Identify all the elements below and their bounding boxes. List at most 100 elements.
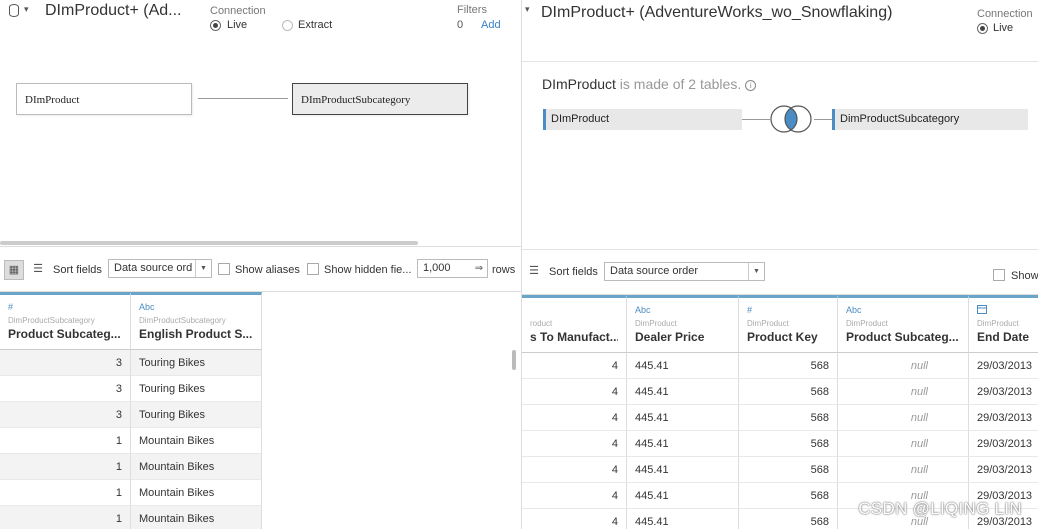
grid-cell[interactable]: 4 bbox=[522, 431, 627, 457]
grid-cell[interactable]: 29/03/2013 bbox=[969, 353, 1038, 379]
table-dimproductsubcategory[interactable]: DimProductSubcategory bbox=[832, 109, 1028, 130]
string-type-icon[interactable]: Abc bbox=[846, 304, 960, 316]
add-filter-link[interactable]: Add bbox=[481, 19, 501, 31]
grid-cell[interactable]: null bbox=[838, 379, 969, 405]
grid-cell[interactable]: Touring Bikes bbox=[131, 350, 262, 376]
grid-cell[interactable]: 445.41 bbox=[627, 431, 739, 457]
column-name: s To Manufact... bbox=[530, 330, 618, 344]
grid-cell[interactable]: 1 bbox=[0, 506, 131, 529]
show-hidden-checkbox[interactable] bbox=[307, 263, 319, 275]
show-aliases-checkbox[interactable] bbox=[218, 263, 230, 275]
grid-cell[interactable]: 445.41 bbox=[627, 483, 739, 509]
logical-table-name: DImProduct bbox=[542, 76, 616, 92]
number-type-icon[interactable]: # bbox=[747, 304, 829, 316]
grid-cell[interactable]: null bbox=[838, 431, 969, 457]
grid-cell[interactable]: 445.41 bbox=[627, 509, 739, 529]
grid-column: Abc DimProduct Product Subcateg... null null… bbox=[838, 295, 969, 529]
divider bbox=[522, 61, 1038, 62]
grid-cell[interactable]: 445.41 bbox=[627, 405, 739, 431]
chevron-down-icon[interactable]: ▾ bbox=[24, 4, 29, 15]
grid-cell[interactable]: 568 bbox=[739, 431, 838, 457]
sort-fields-select[interactable]: Data source ord ▼ bbox=[108, 259, 212, 278]
column-header[interactable]: Abc DimProduct Product Subcateg... bbox=[838, 295, 969, 353]
grid-cell[interactable]: 29/03/2013 bbox=[969, 379, 1038, 405]
grid-cell[interactable]: 568 bbox=[739, 509, 838, 529]
grid-cell[interactable]: 3 bbox=[0, 376, 131, 402]
grid-column: # DimProduct Product Key 568 568 568 568 568 568… bbox=[739, 295, 838, 529]
extract-radio[interactable] bbox=[282, 20, 293, 31]
sort-fields-select[interactable]: Data source order ▼ bbox=[604, 262, 765, 281]
grid-cell[interactable]: Touring Bikes bbox=[131, 402, 262, 428]
inner-join-icon[interactable] bbox=[768, 104, 814, 134]
grid-cell[interactable]: 568 bbox=[739, 379, 838, 405]
show-label: Show bbox=[1011, 270, 1038, 282]
list-view-icon[interactable]: ☰ bbox=[524, 262, 544, 282]
grid-cell[interactable]: 445.41 bbox=[627, 379, 739, 405]
grid-cell[interactable]: 3 bbox=[0, 402, 131, 428]
grid-cell[interactable]: 4 bbox=[522, 483, 627, 509]
show-aliases-label: Show aliases bbox=[235, 264, 300, 276]
grid-cell[interactable]: Mountain Bikes bbox=[131, 454, 262, 480]
grid-cell[interactable]: 29/03/2013 bbox=[969, 457, 1038, 483]
grid-cell[interactable]: Mountain Bikes bbox=[131, 428, 262, 454]
grid-cell[interactable]: 1 bbox=[0, 480, 131, 506]
grid-cell[interactable]: 568 bbox=[739, 353, 838, 379]
column-header[interactable]: # DimProduct Product Key bbox=[739, 295, 838, 353]
column-source: DimProductSubcategory bbox=[8, 316, 95, 325]
grid-cell[interactable]: 568 bbox=[739, 405, 838, 431]
column-header[interactable]: roduct s To Manufact... bbox=[522, 295, 627, 353]
grid-cell[interactable]: Mountain Bikes bbox=[131, 506, 262, 529]
live-radio[interactable] bbox=[977, 23, 988, 34]
grid-cell[interactable]: 568 bbox=[739, 483, 838, 509]
grid-cell[interactable]: 4 bbox=[522, 353, 627, 379]
grid-toolbar: ▦ ☰ Sort fields Data source ord ▼ Show a… bbox=[0, 246, 521, 292]
string-type-icon[interactable] bbox=[530, 304, 618, 316]
canvas-scrollbar[interactable] bbox=[0, 241, 418, 245]
grid-cell[interactable]: 1 bbox=[0, 454, 131, 480]
number-type-icon[interactable]: # bbox=[8, 301, 122, 313]
grid-cell[interactable]: 1 bbox=[0, 428, 131, 454]
filters-label: Filters bbox=[457, 4, 487, 16]
arrow-right-icon[interactable]: ⇒ bbox=[471, 260, 487, 277]
rows-input[interactable]: 1,000 ⇒ bbox=[417, 259, 488, 278]
datasource-title[interactable]: DImProduct+ (AdventureWorks_wo_Snowflaki… bbox=[541, 4, 892, 22]
datasource-title[interactable]: DImProduct+ (Ad... bbox=[45, 2, 182, 20]
grid-view-icon[interactable]: ▦ bbox=[4, 260, 24, 280]
grid-cell[interactable]: 4 bbox=[522, 405, 627, 431]
grid-cell[interactable]: Touring Bikes bbox=[131, 376, 262, 402]
grid-cell[interactable]: null bbox=[838, 457, 969, 483]
column-source: DimProduct bbox=[977, 319, 1019, 328]
grid-cell[interactable]: null bbox=[838, 405, 969, 431]
live-radio[interactable] bbox=[210, 20, 221, 31]
table-dimproductsubcategory[interactable]: DImProductSubcategory bbox=[292, 83, 468, 115]
grid-cell[interactable]: 4 bbox=[522, 457, 627, 483]
calendar-icon[interactable] bbox=[977, 304, 1030, 316]
column-header[interactable]: # DimProductSubcategory Product Subcateg..… bbox=[0, 292, 131, 350]
table-dimproduct[interactable]: DImProduct bbox=[16, 83, 192, 115]
column-header[interactable]: Abc DimProduct Dealer Price bbox=[627, 295, 739, 353]
rows-value: 1,000 bbox=[423, 262, 451, 274]
grid-cell[interactable]: 3 bbox=[0, 350, 131, 376]
grid-scrollbar[interactable] bbox=[512, 350, 516, 370]
grid-cell[interactable]: Mountain Bikes bbox=[131, 480, 262, 506]
chevron-down-icon: ▼ bbox=[195, 260, 211, 277]
grid-cell[interactable]: 29/03/2013 bbox=[969, 431, 1038, 457]
show-checkbox[interactable] bbox=[993, 269, 1005, 281]
grid-cell[interactable]: 4 bbox=[522, 509, 627, 529]
grid-column: roduct s To Manufact... 4 4 4 4 4 4 4 bbox=[522, 295, 627, 529]
table-dimproduct[interactable]: DImProduct bbox=[543, 109, 742, 130]
grid-cell[interactable]: 445.41 bbox=[627, 457, 739, 483]
grid-cell[interactable]: null bbox=[838, 353, 969, 379]
grid-cell[interactable]: 568 bbox=[739, 457, 838, 483]
info-icon[interactable]: i bbox=[745, 80, 757, 91]
grid-cell[interactable]: 445.41 bbox=[627, 353, 739, 379]
column-header[interactable]: Abc DimProductSubcategory English Product … bbox=[131, 292, 262, 350]
chevron-down-icon[interactable]: ▾ bbox=[525, 4, 530, 15]
list-view-icon[interactable]: ☰ bbox=[28, 260, 48, 280]
string-type-icon[interactable]: Abc bbox=[139, 301, 253, 313]
column-header[interactable]: DimProduct End Date bbox=[969, 295, 1038, 353]
grid-cell[interactable]: 4 bbox=[522, 379, 627, 405]
string-type-icon[interactable]: Abc bbox=[635, 304, 730, 316]
column-source: roduct bbox=[530, 319, 553, 328]
grid-cell[interactable]: 29/03/2013 bbox=[969, 405, 1038, 431]
